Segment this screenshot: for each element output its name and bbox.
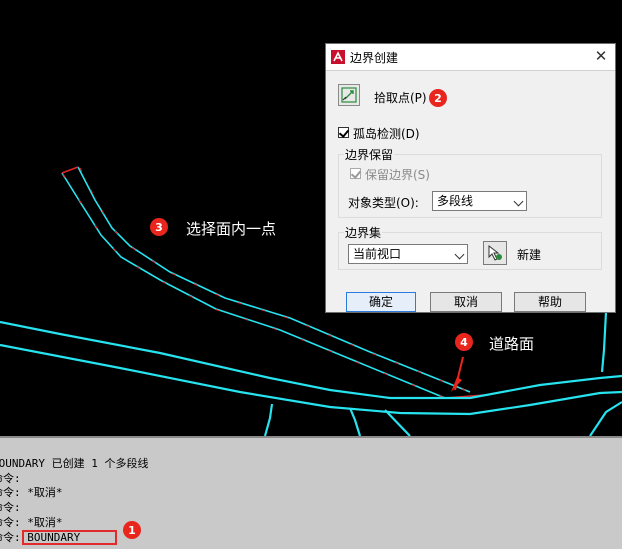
main-road-bottom-edge bbox=[0, 343, 622, 416]
retain-boundaries-checkbox bbox=[350, 168, 361, 179]
new-label[interactable]: 新建 bbox=[517, 246, 541, 263]
select-point-annotation: 选择面内一点 bbox=[186, 220, 277, 238]
right-vertical-road bbox=[600, 311, 608, 373]
object-type-value: 多段线 bbox=[437, 194, 474, 208]
command-line-row: 命令: bbox=[0, 501, 21, 514]
dialog-title: 边界创建 bbox=[350, 51, 399, 65]
boundary-command-highlight bbox=[22, 530, 117, 545]
boundary-set-value: 当前视口 bbox=[353, 247, 402, 261]
pick-points-label[interactable]: 拾取点(P) bbox=[374, 89, 427, 106]
step-3-badge: 3 bbox=[150, 218, 168, 236]
boundary-set-select[interactable]: 当前视口 bbox=[348, 244, 468, 264]
main-road-lower-branch-2 bbox=[348, 407, 362, 436]
boundary-creation-dialog: 边界创建 ✕ 拾取点(P) 2 孤岛检测(D) 边界保留 保留边界(S) 对象类… bbox=[325, 43, 616, 313]
boundary-set-label: 边界集 bbox=[344, 224, 383, 241]
island-detection-label[interactable]: 孤岛检测(D) bbox=[353, 125, 420, 142]
command-line-row: 命令: *取消* bbox=[0, 516, 63, 529]
step-1-badge: 1 bbox=[123, 521, 141, 539]
chevron-down-icon bbox=[454, 249, 465, 260]
dialog-title-bar[interactable]: 边界创建 ✕ bbox=[326, 44, 615, 71]
step-2-badge: 2 bbox=[429, 89, 447, 107]
autocad-logo-icon bbox=[331, 50, 345, 64]
object-type-label: 对象类型(O): bbox=[348, 196, 419, 210]
command-line-row: BOUNDARY 已创建 1 个多段线 bbox=[0, 457, 149, 470]
road-end-cap-top bbox=[61, 166, 79, 174]
command-line-history[interactable]: BOUNDARY 已创建 1 个多段线 命令: 命令: *取消* 命令: 命令:… bbox=[0, 436, 622, 549]
ok-button[interactable]: 确定 bbox=[346, 292, 416, 312]
select-objects-icon bbox=[488, 244, 502, 261]
command-line-row: 命令: *取消* bbox=[0, 486, 63, 499]
help-button[interactable]: 帮助 bbox=[514, 292, 586, 312]
pick-points-button[interactable] bbox=[338, 84, 360, 106]
right-road-edge bbox=[589, 401, 622, 436]
island-detection-checkbox[interactable] bbox=[338, 127, 349, 138]
new-boundary-set-button[interactable] bbox=[483, 241, 507, 265]
step-4-badge: 4 bbox=[455, 333, 473, 351]
close-icon[interactable]: ✕ bbox=[593, 48, 609, 64]
object-type-select[interactable]: 多段线 bbox=[432, 191, 527, 211]
retain-boundaries-label: 保留边界(S) bbox=[365, 168, 430, 182]
command-line-row: 命令: bbox=[0, 472, 21, 485]
road-surface-annotation: 道路面 bbox=[489, 335, 535, 353]
pick-point-icon bbox=[341, 87, 357, 103]
cancel-button[interactable]: 取消 bbox=[430, 292, 502, 312]
boundary-retention-label: 边界保留 bbox=[344, 146, 395, 163]
chevron-down-icon bbox=[513, 196, 524, 207]
main-road-lower-branch bbox=[263, 403, 274, 436]
